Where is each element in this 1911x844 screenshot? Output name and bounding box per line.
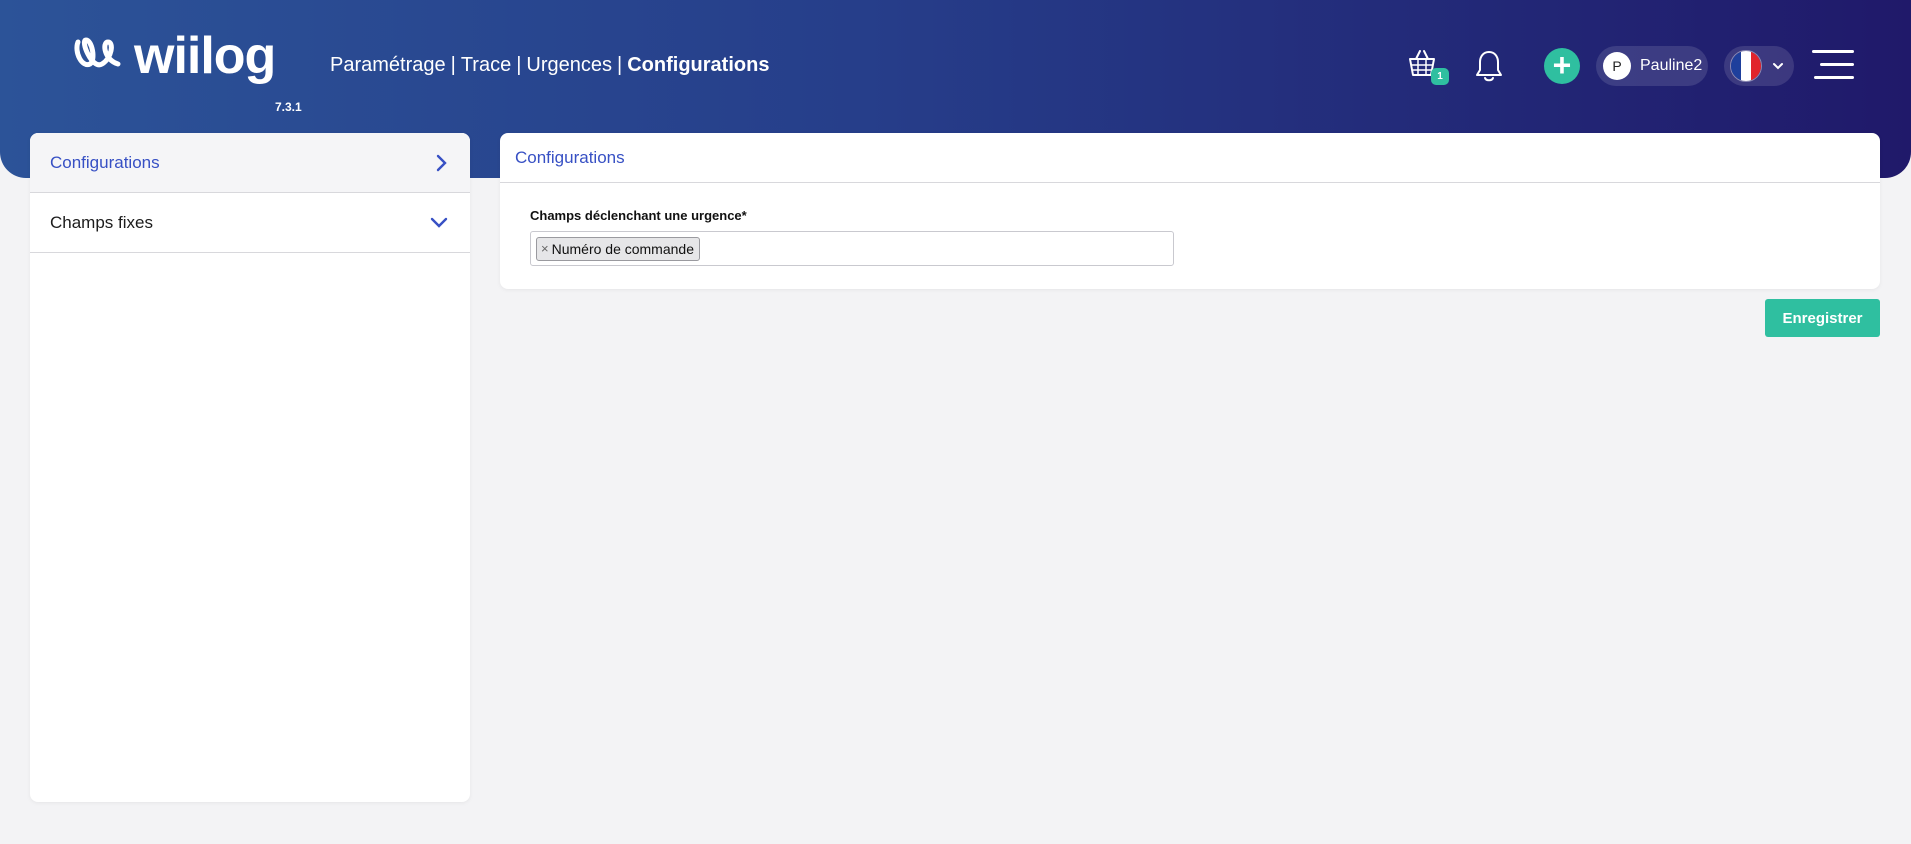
- save-button[interactable]: Enregistrer: [1765, 299, 1880, 337]
- panel-title: Configurations: [500, 133, 1880, 183]
- chevron-down-icon: [430, 217, 448, 228]
- quick-add-button[interactable]: +: [1544, 48, 1580, 84]
- breadcrumb: Paramétrage | Trace | Urgences | Configu…: [330, 54, 769, 77]
- notifications-button[interactable]: [1474, 49, 1504, 88]
- sidebar-item-champs-fixes[interactable]: Champs fixes: [30, 193, 470, 253]
- basket-button[interactable]: 1: [1407, 48, 1449, 88]
- sidebar-item-label: Configurations: [50, 152, 160, 172]
- chevron-down-icon: [1773, 63, 1783, 70]
- breadcrumb-item-urgences[interactable]: Urgences: [526, 54, 612, 77]
- breadcrumb-item-parametrage[interactable]: Paramétrage: [330, 54, 446, 77]
- sidebar-item-configurations[interactable]: Configurations: [30, 133, 470, 193]
- breadcrumb-separator: |: [617, 54, 623, 76]
- language-selector[interactable]: [1724, 46, 1794, 86]
- settings-sidebar: Configurations Champs fixes: [30, 133, 470, 802]
- wiilog-logo-mark-icon: [74, 37, 121, 68]
- avatar: P: [1603, 52, 1631, 80]
- app-version: 7.3.1: [275, 100, 302, 114]
- breadcrumb-item-configurations: Configurations: [627, 54, 770, 76]
- user-name: Pauline2: [1640, 57, 1703, 74]
- urgency-fields-select[interactable]: × Numéro de commande: [530, 231, 1174, 266]
- basket-count-badge: 1: [1431, 68, 1449, 85]
- user-menu-button[interactable]: P Pauline2: [1596, 46, 1708, 86]
- bell-icon: [1476, 51, 1502, 82]
- sidebar-item-label: Champs fixes: [50, 212, 153, 232]
- breadcrumb-item-trace[interactable]: Trace: [461, 54, 511, 77]
- breadcrumb-separator: |: [450, 54, 456, 76]
- hamburger-menu-icon[interactable]: [1812, 48, 1854, 82]
- brand-name: wiilog: [134, 27, 276, 85]
- remove-tag-icon[interactable]: ×: [541, 238, 549, 260]
- chevron-right-icon: [436, 154, 447, 171]
- wiilog-logo[interactable]: wiilog: [72, 27, 276, 85]
- configurations-panel: Configurations Champs déclenchant une ur…: [500, 133, 1880, 289]
- france-flag-icon: [1730, 50, 1762, 82]
- selected-tag: × Numéro de commande: [536, 237, 700, 261]
- urgency-fields-label: Champs déclenchant une urgence*: [530, 208, 747, 223]
- breadcrumb-separator: |: [516, 54, 522, 76]
- tag-label: Numéro de commande: [551, 241, 694, 257]
